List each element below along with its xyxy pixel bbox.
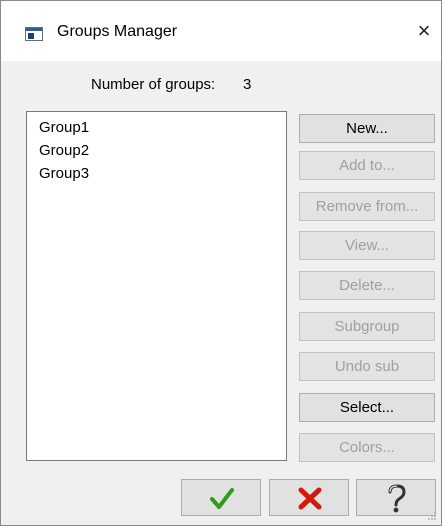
- undo-sub-button[interactable]: Undo sub: [299, 352, 435, 381]
- groups-manager-window: Groups Manager × Number of groups: 3 Gro…: [0, 0, 442, 526]
- title-bar: Groups Manager ×: [1, 1, 441, 61]
- group-count-row: Number of groups: 3: [1, 76, 441, 96]
- subgroup-button[interactable]: Subgroup: [299, 312, 435, 341]
- view-button[interactable]: View...: [299, 231, 435, 260]
- check-icon: [210, 488, 234, 509]
- delete-button[interactable]: Delete...: [299, 271, 435, 300]
- question-icon: [388, 484, 406, 513]
- app-window-icon: [25, 27, 43, 41]
- resize-grip-icon[interactable]: [427, 511, 437, 521]
- add-to-button[interactable]: Add to...: [299, 151, 435, 180]
- groups-listbox[interactable]: Group1 Group2 Group3: [26, 111, 287, 461]
- select-button[interactable]: Select...: [299, 393, 435, 422]
- x-icon: [298, 487, 322, 510]
- window-title: Groups Manager: [57, 23, 178, 40]
- help-button[interactable]: [356, 479, 436, 516]
- group-count-label: Number of groups:: [91, 76, 216, 93]
- close-icon[interactable]: ×: [413, 19, 435, 43]
- ok-button[interactable]: [181, 479, 261, 516]
- cancel-button[interactable]: [269, 479, 349, 516]
- list-item-group1[interactable]: Group1: [39, 119, 89, 136]
- list-item-group2[interactable]: Group2: [39, 142, 89, 159]
- list-item-group3[interactable]: Group3: [39, 165, 89, 182]
- new-button[interactable]: New...: [299, 114, 435, 143]
- remove-from-button[interactable]: Remove from...: [299, 192, 435, 221]
- colors-button[interactable]: Colors...: [299, 433, 435, 462]
- group-count-value: 3: [243, 76, 252, 93]
